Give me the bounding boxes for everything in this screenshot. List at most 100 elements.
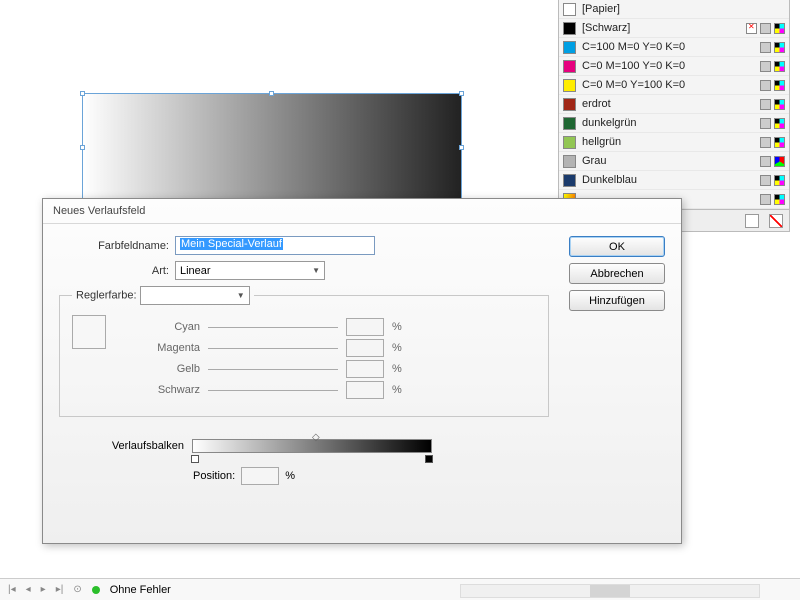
swatch-type-icon [760, 194, 771, 205]
name-label: Farbfeldname: [59, 240, 169, 252]
swatch-row[interactable]: [Schwarz] [559, 19, 789, 38]
swatch-type-icon [760, 156, 771, 167]
yellow-input[interactable] [346, 360, 384, 378]
prev-page-icon[interactable]: ◂ [26, 584, 31, 595]
gradient-ramp[interactable]: ◇ [192, 439, 432, 453]
cmyk-icon [774, 137, 785, 148]
swatch-type-icon [760, 99, 771, 110]
gradient-stop-start[interactable] [191, 455, 199, 463]
swatch-row[interactable]: C=0 M=100 Y=0 K=0 [559, 57, 789, 76]
resize-handle[interactable] [459, 145, 464, 150]
swatch-row[interactable]: Grau [559, 152, 789, 171]
swatch-color [563, 60, 576, 73]
swatch-row[interactable]: Dunkelblau [559, 171, 789, 190]
percent-label: % [392, 384, 402, 396]
midpoint-icon[interactable]: ◇ [312, 432, 320, 443]
yellow-slider[interactable] [208, 369, 338, 370]
first-page-icon[interactable]: |◂ [8, 584, 16, 595]
swatch-row[interactable]: [Papier] [559, 0, 789, 19]
cmyk-icon [774, 99, 785, 110]
name-input[interactable]: Mein Special-Verlauf [175, 236, 375, 255]
cmyk-icon [774, 118, 785, 129]
canvas-gradient-rect[interactable] [82, 93, 462, 203]
resize-handle[interactable] [269, 91, 274, 96]
magenta-input[interactable] [346, 339, 384, 357]
swatch-color [563, 155, 576, 168]
dialog-title: Neues Verlaufsfeld [43, 199, 681, 224]
swatch-type-icon [760, 61, 771, 72]
stopcolor-dropdown[interactable] [140, 286, 250, 305]
swatch-row[interactable]: dunkelgrün [559, 114, 789, 133]
last-page-icon[interactable]: ▸| [56, 584, 64, 595]
swatch-name: Grau [582, 155, 760, 167]
cmyk-icon [774, 194, 785, 205]
cmyk-icon [774, 23, 785, 34]
percent-label: % [392, 342, 402, 354]
new-swatch-icon[interactable] [745, 214, 759, 228]
swatch-name: [Papier] [582, 3, 785, 15]
gradient-stop-end[interactable] [425, 455, 433, 463]
resize-handle[interactable] [459, 91, 464, 96]
black-label: Schwarz [120, 384, 200, 396]
swatch-name: [Schwarz] [582, 22, 746, 34]
magenta-label: Magenta [120, 342, 200, 354]
swatch-name: dunkelgrün [582, 117, 760, 129]
swatch-color [563, 41, 576, 54]
cyan-label: Cyan [120, 321, 200, 333]
cmyk-icon [774, 61, 785, 72]
resize-handle[interactable] [80, 145, 85, 150]
delete-swatch-icon[interactable] [769, 214, 783, 228]
cyan-input[interactable] [346, 318, 384, 336]
swatch-type-icon [760, 80, 771, 91]
stop-color-group: Reglerfarbe: Cyan% Magenta% Gelb% Schwar… [59, 286, 549, 417]
add-button[interactable]: Hinzufügen [569, 290, 665, 311]
magenta-slider[interactable] [208, 348, 338, 349]
swatch-type-icon [760, 118, 771, 129]
swatch-color [563, 98, 576, 111]
no-edit-icon [746, 23, 757, 34]
black-input[interactable] [346, 381, 384, 399]
preflight-menu-icon[interactable]: ⊙ [73, 584, 81, 595]
swatch-name: C=0 M=0 Y=100 K=0 [582, 79, 760, 91]
type-dropdown[interactable]: Linear [175, 261, 325, 280]
swatch-row[interactable]: hellgrün [559, 133, 789, 152]
swatch-row[interactable]: C=0 M=0 Y=100 K=0 [559, 76, 789, 95]
next-page-icon[interactable]: ▸ [41, 584, 46, 595]
swatch-name: C=0 M=100 Y=0 K=0 [582, 60, 760, 72]
cancel-button[interactable]: Abbrechen [569, 263, 665, 284]
cmyk-icon [774, 80, 785, 91]
swatch-name: hellgrün [582, 136, 760, 148]
swatch-color [563, 79, 576, 92]
swatch-color [563, 3, 576, 16]
swatch-type-icon [760, 42, 771, 53]
swatch-row[interactable]: erdrot [559, 95, 789, 114]
yellow-label: Gelb [120, 363, 200, 375]
swatch-color [563, 136, 576, 149]
ok-button[interactable]: OK [569, 236, 665, 257]
horizontal-scrollbar[interactable] [460, 584, 760, 598]
status-ok-icon [92, 586, 100, 594]
statusbar: |◂ ◂ ▸ ▸| ⊙ Ohne Fehler [0, 578, 800, 600]
position-input[interactable] [241, 467, 279, 485]
color-preview [72, 315, 106, 349]
black-slider[interactable] [208, 390, 338, 391]
swatch-color [563, 174, 576, 187]
preflight-status[interactable]: Ohne Fehler [110, 584, 171, 596]
rgb-icon [774, 156, 785, 167]
resize-handle[interactable] [80, 91, 85, 96]
type-label: Art: [59, 265, 169, 277]
swatch-name: C=100 M=0 Y=0 K=0 [582, 41, 760, 53]
cyan-slider[interactable] [208, 327, 338, 328]
swatch-type-icon [760, 23, 771, 34]
swatch-row[interactable]: C=100 M=0 Y=0 K=0 [559, 38, 789, 57]
stopcolor-label: Reglerfarbe: [76, 289, 137, 301]
cmyk-icon [774, 42, 785, 53]
percent-label: % [285, 470, 295, 482]
swatch-type-icon [760, 137, 771, 148]
position-label: Position: [193, 470, 235, 482]
swatch-name: erdrot [582, 98, 760, 110]
percent-label: % [392, 363, 402, 375]
swatch-name: Dunkelblau [582, 174, 760, 186]
gradbar-label: Verlaufsbalken [59, 440, 184, 452]
swatch-color [563, 117, 576, 130]
